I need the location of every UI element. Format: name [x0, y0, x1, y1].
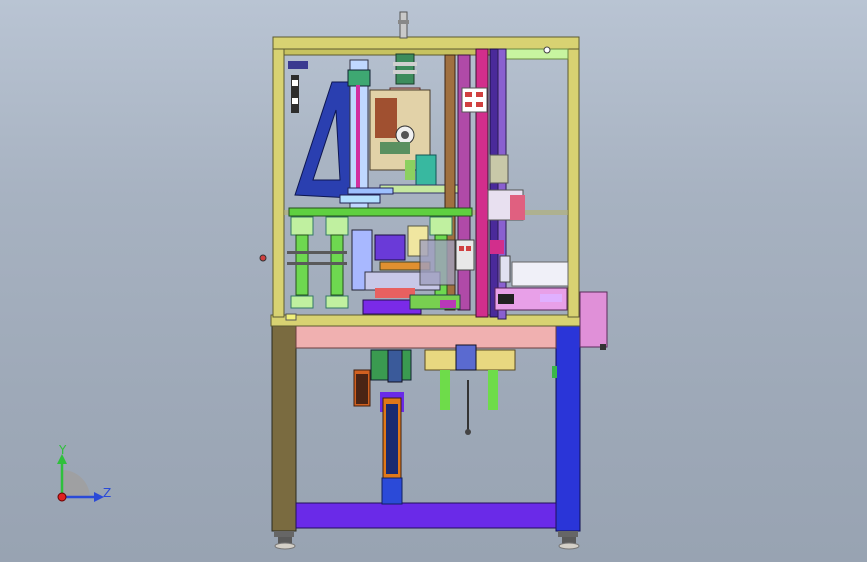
- mid-mechanism: [351, 225, 475, 315]
- table-top: [270, 313, 581, 327]
- left-bracket: [288, 61, 353, 199]
- triad-corner-fill: [62, 470, 90, 497]
- y-axis-label: Y: [58, 443, 67, 457]
- origin-marker: [57, 492, 67, 502]
- z-axis-label: Z: [103, 486, 111, 500]
- machine-assembly-drawing[interactable]: Y Z: [0, 0, 867, 562]
- cad-viewport[interactable]: Y Z: [0, 0, 867, 562]
- axis-triad: Y Z: [57, 443, 111, 502]
- lower-cylinder: [353, 344, 516, 505]
